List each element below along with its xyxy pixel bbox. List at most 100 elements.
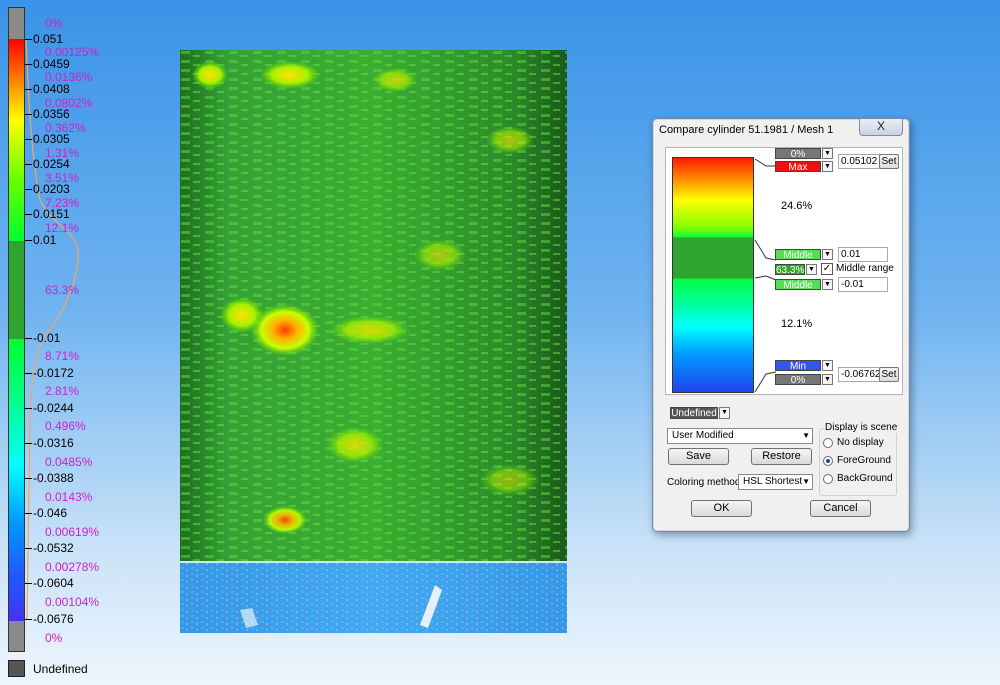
close-button[interactable]: X <box>859 119 903 136</box>
scale-value-label: 0.0408 <box>33 82 70 96</box>
scale-tick <box>25 373 32 374</box>
below-min-dropdown[interactable]: ▼ <box>822 374 833 385</box>
restore-button[interactable]: Restore <box>751 448 812 465</box>
middle-range-color: 63.3% <box>775 264 805 276</box>
middle-min-input[interactable]: -0.01 <box>838 277 888 292</box>
scale-tick <box>25 164 32 165</box>
scale-value-label: 0.01 <box>33 233 57 247</box>
scale-percent-label: 3.51% <box>45 171 80 185</box>
middle-max-color: Middle max <box>775 249 821 272</box>
chevron-down-icon: ▼ <box>808 266 815 273</box>
coloring-method-select[interactable]: HSL Shortest ▼ <box>738 474 813 490</box>
scale-value-label: -0.0532 <box>33 541 74 555</box>
checkmark-icon: ✓ <box>822 263 832 274</box>
scale-percent-label: 2.81% <box>45 384 80 398</box>
lower-percentage: 12.1% <box>781 318 813 330</box>
save-button[interactable]: Save <box>668 448 729 465</box>
scale-tick <box>25 89 32 90</box>
scale-tick <box>25 583 32 584</box>
middle-max-dropdown[interactable]: ▼ <box>822 249 833 260</box>
color-editor-panel: 0% ▼ Max ▼ 0.05102 Set 24.6% Middle max … <box>665 147 903 395</box>
ok-button[interactable]: OK <box>691 500 752 517</box>
chevron-down-icon: ▼ <box>721 409 728 416</box>
chevron-down-icon: ▼ <box>824 362 831 369</box>
scale-tick <box>25 338 32 339</box>
min-dropdown[interactable]: ▼ <box>822 360 833 371</box>
middle-range-label: Middle range <box>836 263 894 274</box>
scale-percent-label: 0.496% <box>45 419 86 433</box>
undefined-label: Undefined <box>33 662 88 676</box>
cancel-button[interactable]: Cancel <box>810 500 871 517</box>
radio-background[interactable] <box>823 474 833 484</box>
below-min-color: 0% <box>775 374 821 386</box>
preset-select[interactable]: User Modified ▼ <box>667 428 813 444</box>
scale-value-label: 0.0459 <box>33 57 70 71</box>
min-color: Min <box>775 360 821 372</box>
scale-value-label: -0.0316 <box>33 436 74 450</box>
max-color: Max <box>775 161 821 173</box>
chevron-down-icon: ▼ <box>824 281 831 288</box>
scale-percent-label: 0.00125% <box>45 45 100 59</box>
scale-value-label: -0.0172 <box>33 366 74 380</box>
scale-tick <box>25 548 32 549</box>
color-scale-legend: Undefined 0.051 0.0459 0.0408 0.0356 0.0305 0… <box>0 0 140 685</box>
scale-value-label: -0.0244 <box>33 401 74 415</box>
scale-percent-label: 0.0143% <box>45 490 93 504</box>
scale-percent-label: 0.0136% <box>45 70 93 84</box>
chevron-down-icon: ▼ <box>824 150 831 157</box>
scale-tick <box>25 408 32 409</box>
scale-percent-label: 0% <box>45 16 63 30</box>
radio-foreground-label: ForeGround <box>837 455 891 466</box>
scale-percent-label: 63.3% <box>45 283 80 297</box>
scale-value-label: -0.046 <box>33 506 68 520</box>
scale-tick <box>25 619 32 620</box>
scale-value-label: 0.051 <box>33 32 64 46</box>
scale-percent-label: 8.71% <box>45 349 80 363</box>
scale-percent-label: 0% <box>45 631 63 645</box>
scale-value-label: -0.0676 <box>33 612 74 626</box>
undefined-swatch <box>8 660 25 677</box>
scale-tick <box>25 114 32 115</box>
middle-max-input[interactable]: 0.01 <box>838 247 888 262</box>
middle-min-dropdown[interactable]: ▼ <box>822 279 833 290</box>
scale-tick <box>25 513 32 514</box>
coloring-method-value: HSL Shortest <box>743 476 803 487</box>
middle-min-color: Middle min <box>775 279 821 302</box>
scale-percent-label: 0.0802% <box>45 96 93 110</box>
above-max-dropdown[interactable]: ▼ <box>822 148 833 159</box>
radio-no-display[interactable] <box>823 438 833 448</box>
middle-range-checkbox[interactable]: ✓ <box>821 263 833 275</box>
scale-percent-label: 0.362% <box>45 121 86 135</box>
scale-percent-label: 0.00619% <box>45 525 100 539</box>
dialog-title: Compare cylinder 51.1981 / Mesh 1 <box>659 124 834 136</box>
scale-tick <box>25 139 32 140</box>
radio-background-label: BackGround <box>837 473 893 484</box>
scale-tick <box>25 214 32 215</box>
scale-tick <box>25 64 32 65</box>
set-max-button[interactable]: Set <box>879 154 899 169</box>
scale-tick <box>25 443 32 444</box>
scale-tick <box>25 189 32 190</box>
set-min-button[interactable]: Set <box>879 367 899 382</box>
chevron-down-icon: ▼ <box>824 376 831 383</box>
scale-tick <box>25 478 32 479</box>
scale-value-label: -0.0388 <box>33 471 74 485</box>
undefined-dropdown[interactable]: ▼ <box>719 407 730 419</box>
scale-percent-label: 0.00104% <box>45 595 100 609</box>
max-dropdown[interactable]: ▼ <box>822 161 833 172</box>
scale-value-label: -0.01 <box>33 331 61 345</box>
upper-percentage: 24.6% <box>781 200 813 212</box>
chevron-down-icon: ▼ <box>824 163 831 170</box>
cylinder-deviation-view[interactable] <box>180 50 567 633</box>
coloring-method-label: Coloring method <box>667 477 741 488</box>
scale-tick <box>25 39 32 40</box>
scale-percent-label: 7.23% <box>45 196 80 210</box>
scale-percent-label: 0.00278% <box>45 560 100 574</box>
radio-foreground[interactable] <box>823 456 833 466</box>
scale-percent-label: 0.0485% <box>45 455 93 469</box>
middle-range-dropdown[interactable]: ▼ <box>806 264 817 275</box>
chevron-down-icon: ▼ <box>802 477 810 486</box>
preset-value: User Modified <box>672 430 734 441</box>
display-group-label: Display is scene <box>824 422 899 433</box>
scale-percent-label: 12.1% <box>45 221 80 235</box>
